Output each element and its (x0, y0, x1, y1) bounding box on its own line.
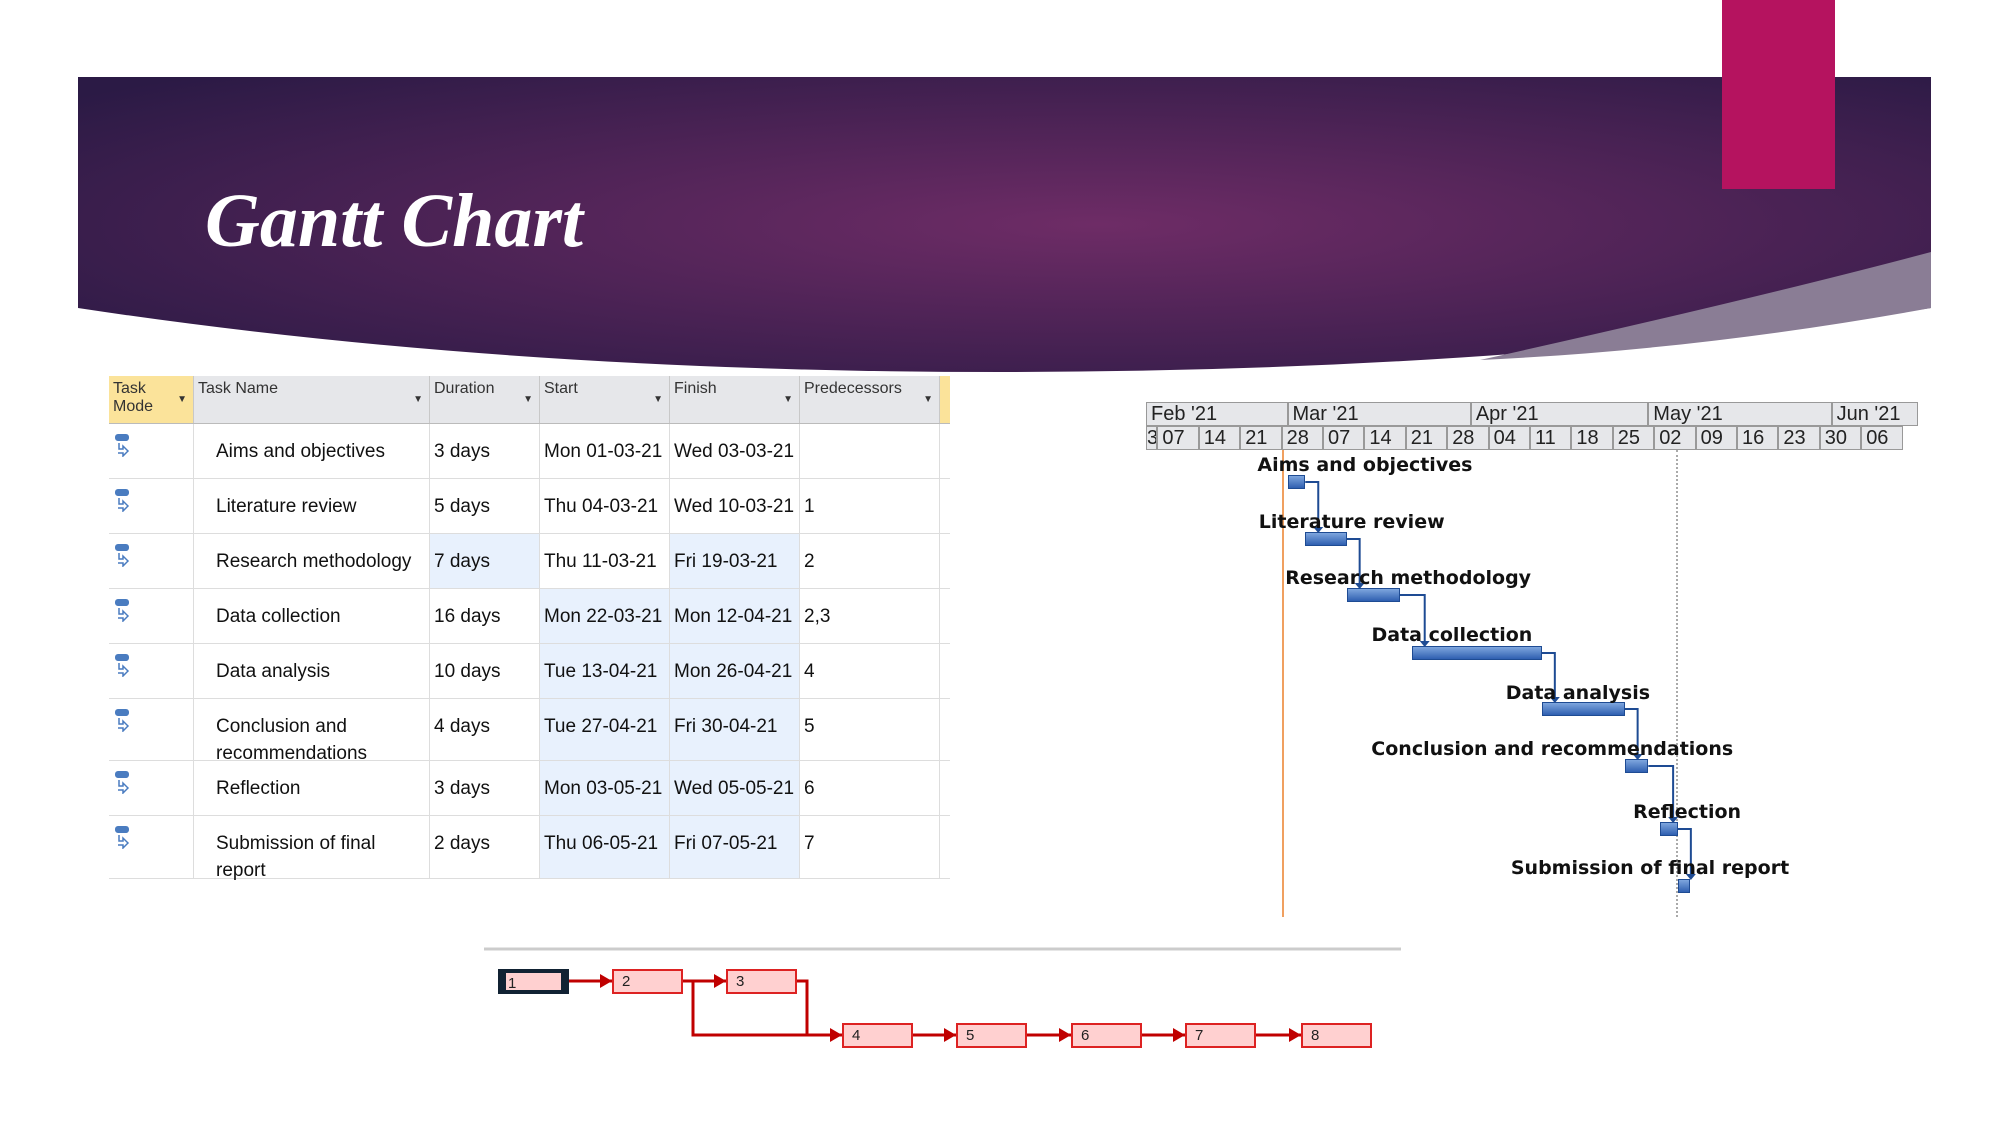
network-diagram (484, 947, 1401, 1042)
network-link (797, 979, 809, 1035)
network-node[interactable]: 1 (498, 969, 569, 994)
network-arrow (944, 1028, 956, 1042)
network-node[interactable]: 3 (726, 969, 797, 994)
network-arrow (600, 974, 612, 988)
network-node[interactable]: 8 (1301, 1023, 1372, 1048)
network-arrow (1173, 1028, 1185, 1042)
network-node[interactable]: 2 (612, 969, 683, 994)
network-node[interactable]: 7 (1185, 1023, 1256, 1048)
network-arrow (714, 974, 726, 988)
network-node[interactable]: 4 (842, 1023, 913, 1048)
network-node[interactable]: 6 (1071, 1023, 1142, 1048)
network-arrow (830, 1028, 842, 1042)
network-arrow (1059, 1028, 1071, 1042)
network-node[interactable]: 5 (956, 1023, 1027, 1048)
network-arrow (1289, 1028, 1301, 1042)
